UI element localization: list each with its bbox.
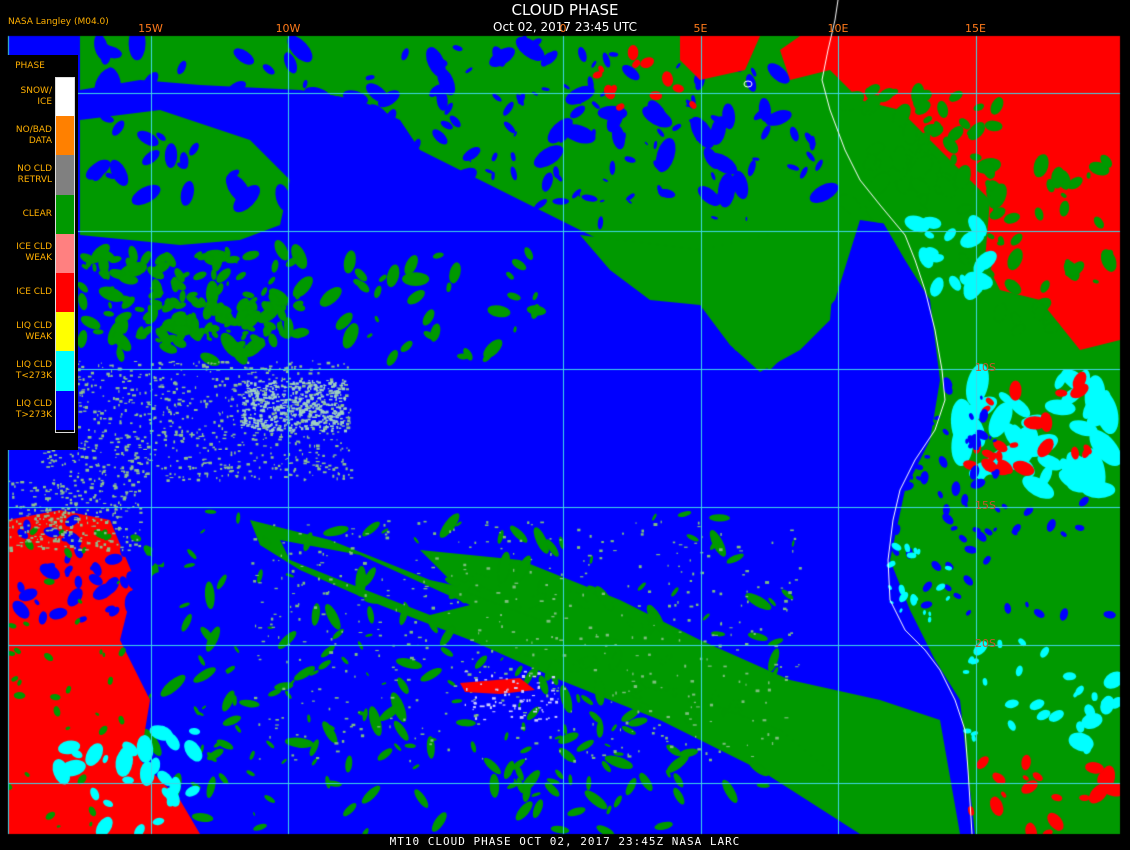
longitude-label: 15E	[965, 22, 986, 35]
map-footer-caption: MT10 CLOUD PHASE OCT 02, 2017 23:45Z NAS…	[389, 835, 741, 848]
latitude-label: 20S	[975, 637, 996, 650]
legend-item-label: ICE CLD WEAK	[16, 242, 52, 264]
latitude-label: 15S	[975, 499, 996, 512]
source-label: NASA Langley (M04.0)	[8, 17, 109, 27]
legend-item-label: NO/BAD DATA	[15, 124, 52, 146]
longitude-label: 10E	[827, 22, 849, 35]
phase-legend: PHASE SNOW/ ICE NO/BAD DATA NO CLD RETRVL C…	[0, 55, 78, 450]
longitude-label: 0	[559, 22, 567, 35]
legend-item-label: LIQ CLD T>273K	[15, 399, 52, 421]
longitude-label: 15W	[138, 22, 163, 35]
legend-item-label: LIQ CLD WEAK	[16, 320, 52, 342]
legend-item-label: SNOW/ ICE	[20, 85, 52, 107]
legend-title: PHASE	[15, 61, 45, 71]
legend-item-label: LIQ CLD T<273K	[15, 359, 52, 381]
cloud-phase-map	[0, 0, 1130, 850]
legend-item-label: NO CLD RETRVL	[17, 163, 52, 185]
map-title: CLOUD PHASE	[511, 1, 619, 19]
legend-item-label: ICE CLD	[16, 287, 52, 298]
longitude-label: 5E	[693, 22, 708, 35]
legend-frame	[55, 77, 75, 433]
longitude-label: 10W	[275, 22, 301, 35]
legend-item-label: CLEAR	[22, 208, 52, 219]
latitude-label: 10S	[975, 361, 996, 374]
